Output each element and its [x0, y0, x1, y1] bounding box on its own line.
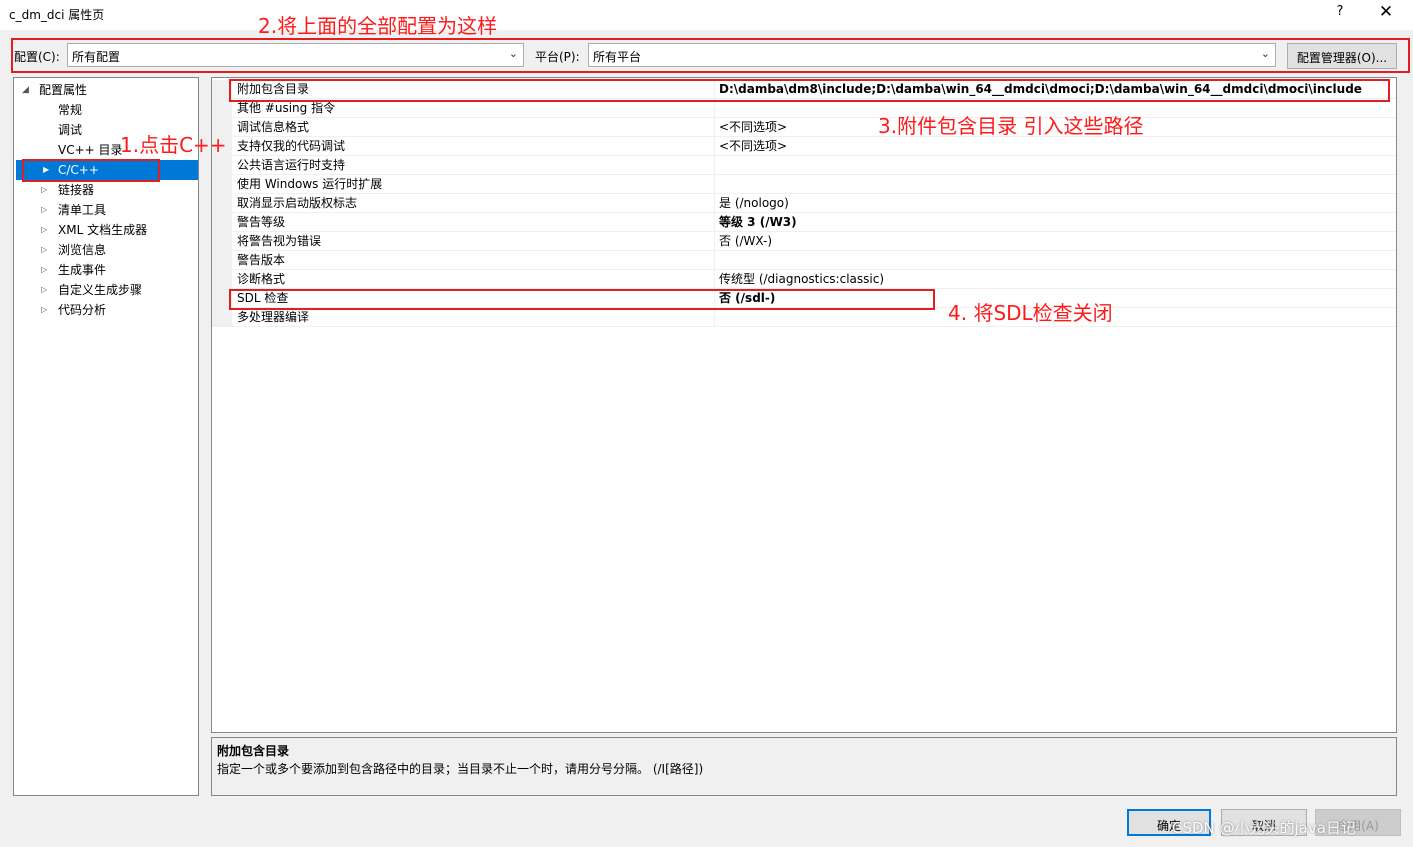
close-button[interactable]: ✕ — [1374, 2, 1398, 26]
property-row[interactable]: 多处理器编译 — [212, 308, 1396, 327]
tree-item-general[interactable]: 常规 — [14, 100, 198, 120]
description-text: 指定一个或多个要添加到包含路径中的目录；当目录不止一个时，请用分号分隔。 (/I… — [217, 762, 704, 776]
property-value[interactable] — [714, 251, 719, 270]
expand-open-icon[interactable]: ◢ — [22, 80, 29, 100]
property-row[interactable]: 取消显示启动版权标志 是 (/nologo) — [212, 194, 1396, 213]
watermark: CSDN @小光头的java日记 — [1172, 819, 1356, 837]
property-name: 使用 Windows 运行时扩展 — [237, 177, 383, 191]
annotation-step2: 2.将上面的全部配置为这样 — [258, 14, 498, 38]
property-row[interactable]: 公共语言运行时支持 — [212, 156, 1396, 175]
property-name: 调试信息格式 — [237, 120, 310, 134]
property-name: 支持仅我的代码调试 — [237, 139, 346, 153]
description-panel: 附加包含目录 指定一个或多个要添加到包含路径中的目录；当目录不止一个时，请用分号… — [211, 737, 1397, 796]
property-value[interactable]: 等级 3 (/W3) — [714, 213, 797, 232]
property-value[interactable]: 传统型 (/diagnostics:classic) — [714, 270, 884, 289]
title-bar — [0, 0, 1413, 30]
tree-item-custom-build[interactable]: ▷ 自定义生成步骤 — [14, 280, 198, 300]
property-row[interactable]: 支持仅我的代码调试 <不同选项> — [212, 137, 1396, 156]
property-grid[interactable]: 附加包含目录 D:\damba\dm8\include;D:\damba\win… — [211, 77, 1397, 733]
property-value[interactable] — [714, 156, 719, 175]
property-name: 公共语言运行时支持 — [237, 158, 346, 172]
expand-arrow-icon[interactable]: ▷ — [41, 300, 47, 320]
property-name: 取消显示启动版权标志 — [237, 196, 358, 210]
property-name: 诊断格式 — [237, 272, 286, 286]
property-value[interactable]: <不同选项> — [714, 137, 787, 156]
tree-item-browse-info[interactable]: ▷ 浏览信息 — [14, 240, 198, 260]
property-row[interactable]: 将警告视为错误 否 (/WX-) — [212, 232, 1396, 251]
expand-arrow-icon[interactable]: ▷ — [41, 180, 47, 200]
tree-item-manifest-tool[interactable]: ▷ 清单工具 — [14, 200, 198, 220]
expand-arrow-icon[interactable]: ▷ — [41, 260, 47, 280]
expand-arrow-icon[interactable]: ▷ — [41, 240, 47, 260]
tree-item-code-analysis[interactable]: ▷ 代码分析 — [14, 300, 198, 320]
tree-item-xml-doc[interactable]: ▷ XML 文档生成器 — [14, 220, 198, 240]
expand-arrow-icon[interactable]: ▷ — [41, 220, 47, 240]
property-row[interactable]: 调试信息格式 <不同选项> — [212, 118, 1396, 137]
property-name: 警告版本 — [237, 253, 286, 267]
description-title: 附加包含目录 — [217, 744, 290, 758]
help-button[interactable]: ? — [1330, 4, 1350, 24]
property-row[interactable]: 诊断格式 传统型 (/diagnostics:classic) — [212, 270, 1396, 289]
annotation-box-config-row — [11, 38, 1410, 73]
property-name: 将警告视为错误 — [237, 234, 322, 248]
annotation-box-include-dirs — [229, 79, 1390, 102]
property-row[interactable]: 警告等级 等级 3 (/W3) — [212, 213, 1396, 232]
tree-item-linker[interactable]: ▷ 链接器 — [14, 180, 198, 200]
tree-root[interactable]: ◢ 配置属性 — [14, 80, 198, 100]
property-name: 多处理器编译 — [237, 310, 310, 324]
property-value[interactable]: 是 (/nologo) — [714, 194, 789, 213]
annotation-step4: 4. 将SDL检查关闭 — [948, 301, 1113, 325]
property-value[interactable] — [714, 308, 719, 327]
annotation-box-c-cpp — [22, 159, 160, 182]
expand-arrow-icon[interactable]: ▷ — [41, 200, 47, 220]
window-title: c_dm_dci 属性页 — [9, 8, 105, 22]
tree-item-build-events[interactable]: ▷ 生成事件 — [14, 260, 198, 280]
annotation-box-sdl-check — [229, 289, 935, 310]
config-tree[interactable]: ◢ 配置属性 常规 调试 VC++ 目录 ▶ C/C++ ▷ 链接器 ▷ 清单工… — [13, 77, 199, 796]
property-row[interactable]: 警告版本 — [212, 251, 1396, 270]
property-row[interactable]: 使用 Windows 运行时扩展 — [212, 175, 1396, 194]
property-value[interactable] — [714, 175, 719, 194]
annotation-step1: 1.点击C++ — [120, 133, 227, 157]
annotation-step3: 3.附件包含目录 引入这些路径 — [878, 114, 1144, 138]
expand-arrow-icon[interactable]: ▷ — [41, 280, 47, 300]
property-name: 警告等级 — [237, 215, 286, 229]
property-value[interactable]: 否 (/WX-) — [714, 232, 772, 251]
property-value[interactable]: <不同选项> — [714, 118, 787, 137]
